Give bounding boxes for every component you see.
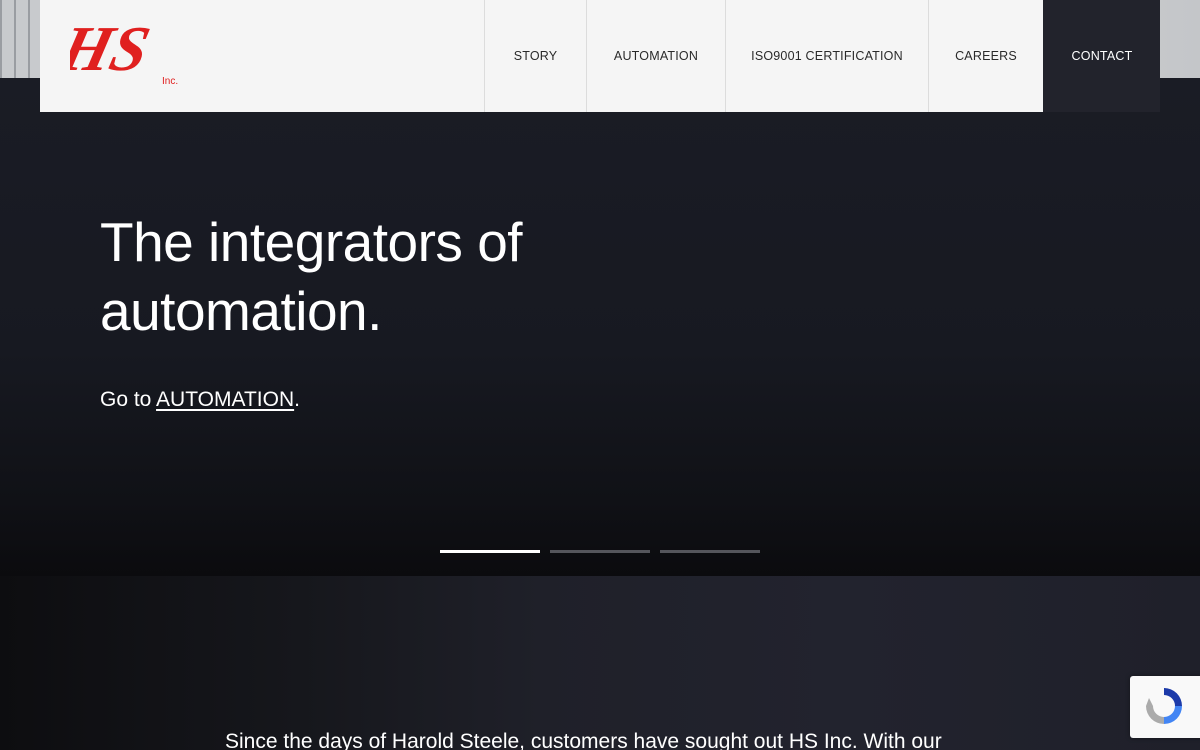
slider-pagination	[440, 550, 760, 553]
hero-title-line2: automation.	[100, 280, 382, 342]
hero-title-line1: The integrators of	[100, 211, 523, 273]
nav-item-story[interactable]: STORY	[484, 0, 586, 112]
intro-text: Since the days of Harold Steele, custome…	[225, 730, 942, 750]
logo-suffix: Inc.	[162, 76, 178, 87]
recaptcha-badge[interactable]	[1130, 676, 1200, 738]
nav-item-automation[interactable]: AUTOMATION	[586, 0, 725, 112]
hero-cta-prefix: Go to	[100, 388, 157, 411]
main-nav: STORY AUTOMATION ISO9001 CERTIFICATION C…	[484, 0, 1160, 112]
hs-logo-icon: HS Inc.	[70, 18, 178, 87]
slider-dot-1[interactable]	[440, 550, 540, 553]
hero-title: The integrators of automation.	[100, 208, 700, 346]
intro-section	[0, 576, 1200, 750]
nav-item-careers[interactable]: CAREERS	[928, 0, 1043, 112]
hero-cta: Go to AUTOMATION.	[100, 388, 300, 412]
nav-item-iso9001-certification[interactable]: ISO9001 CERTIFICATION	[725, 0, 928, 112]
site-header: HS Inc. STORY AUTOMATION ISO9001 CERTIFI…	[40, 0, 1160, 112]
nav-item-contact[interactable]: CONTACT	[1043, 0, 1160, 112]
recaptcha-icon	[1146, 688, 1182, 724]
automation-link[interactable]: AUTOMATION	[156, 388, 294, 411]
hero-cta-suffix: .	[294, 388, 300, 411]
slider-dot-2[interactable]	[550, 550, 650, 553]
slider-dot-3[interactable]	[660, 550, 760, 553]
logo-mark: HS	[70, 18, 156, 85]
background-window-grid	[0, 0, 40, 78]
logo[interactable]: HS Inc.	[40, 0, 484, 112]
